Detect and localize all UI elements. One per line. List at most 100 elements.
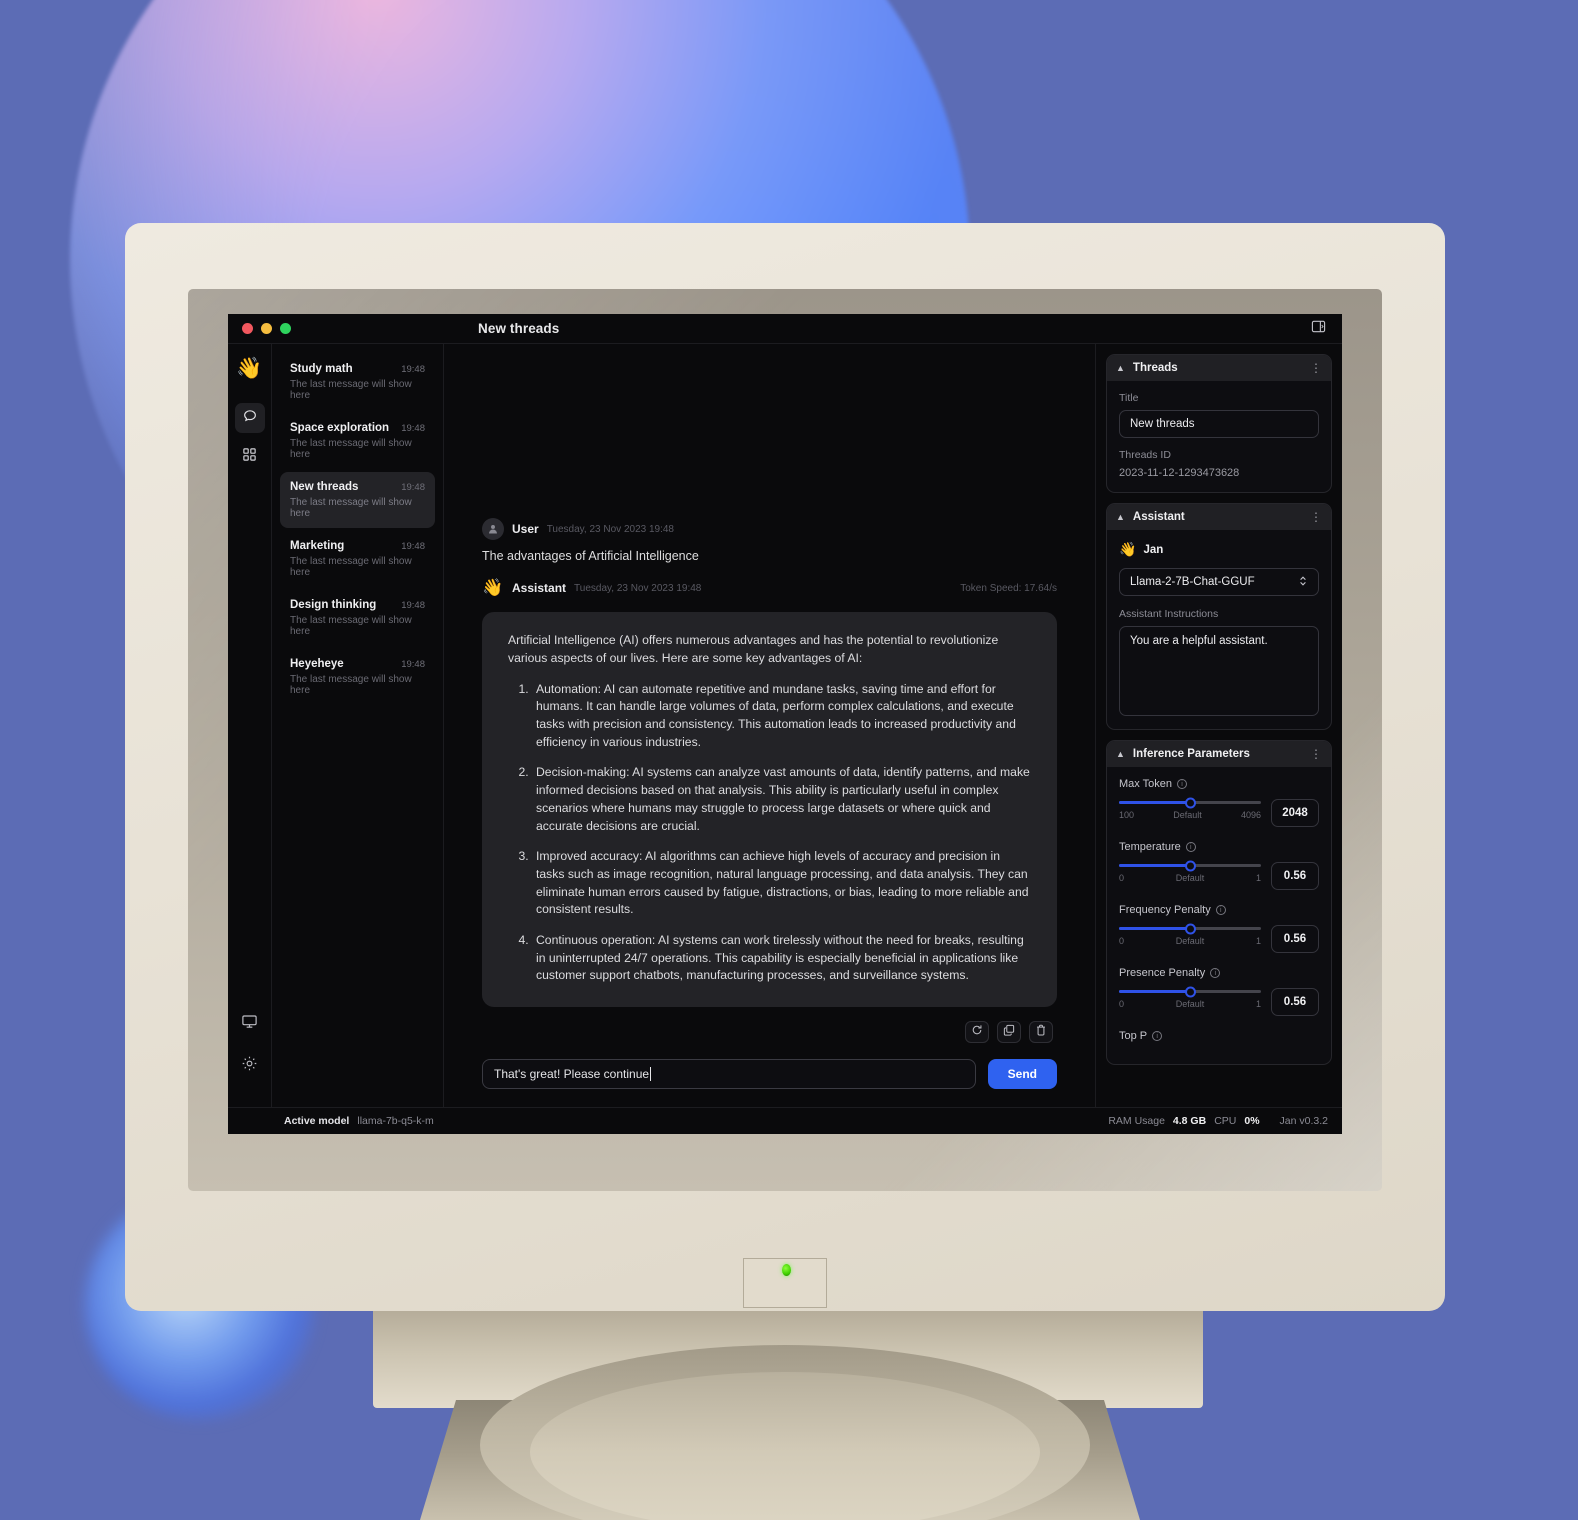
thread-row-top: Study math 19:48 [290,363,425,375]
send-button[interactable]: Send [987,1059,1057,1089]
slider-scale: 0 Default 1 [1119,873,1261,883]
assistant-instructions-input[interactable]: You are a helpful assistant. [1119,626,1319,716]
regenerate-button[interactable] [965,1021,989,1043]
assistant-intro-text: Artificial Intelligence (AI) offers nume… [508,633,999,665]
rail-item-chat[interactable] [234,403,265,433]
max-token-slider[interactable] [1119,797,1261,808]
slider-knob[interactable] [1184,923,1196,934]
cpu-value: 0% [1244,1115,1260,1127]
active-model-label: Active model [284,1115,350,1127]
presence-penalty-value[interactable]: 0.56 [1271,988,1319,1016]
param-control-row: 0 Default 1 0.56 [1119,986,1319,1016]
thread-list-item[interactable]: Space exploration 19:48 The last message… [280,413,435,469]
slider-default: Default [1175,999,1205,1009]
message-author: User [512,522,539,537]
assistant-point: Decision-making: AI systems can analyze … [532,764,1031,835]
thread-list-item[interactable]: Heyeheye 19:48 The last message will sho… [280,649,435,705]
max-token-value[interactable]: 2048 [1271,799,1319,827]
thread-list-item[interactable]: Design thinking 19:48 The last message w… [280,590,435,646]
temperature-value[interactable]: 0.56 [1271,862,1319,890]
threads-card-menu-icon[interactable]: ⋮ [1310,362,1322,374]
param-label: Top P [1119,1030,1148,1042]
slider-default: Default [1175,936,1205,946]
monitor-bezel: New threads 👋 Study math 19:48 The last … [188,289,1382,1191]
param-label-row: Temperature i [1119,841,1319,853]
chevron-up-icon[interactable]: ▲ [1116,512,1125,522]
message-input[interactable]: That's great! Please continue [482,1059,976,1089]
slider-max: 1 [1255,936,1261,946]
chevron-up-icon[interactable]: ▲ [1116,363,1125,373]
assistant-point: Automation: AI can automate repetitive a… [532,681,1031,752]
assistant-instructions-label: Assistant Instructions [1119,608,1219,620]
slider-knob[interactable] [1184,860,1196,871]
info-icon[interactable]: i [1210,968,1221,978]
threads-card-body: Title New threads Threads ID 2023-11-12-… [1107,381,1331,492]
slider-knob[interactable] [1184,986,1196,997]
thread-preview: The last message will show here [290,438,412,460]
param-label-row: Presence Penalty i [1119,967,1319,979]
model-select[interactable]: Llama-2-7B-Chat-GGUF [1119,568,1319,596]
thread-title: Marketing [290,540,345,552]
monitor-icon [241,1013,258,1035]
info-icon[interactable]: i [1215,905,1226,915]
title-bar-right [1096,314,1342,343]
info-icon[interactable]: i [1185,842,1196,852]
copy-icon [1003,1023,1015,1041]
slider-fill [1119,864,1190,867]
assistant-message-bubble: Artificial Intelligence (AI) offers nume… [482,612,1057,1007]
assistant-name: Jan [1143,543,1164,556]
thread-row-top: Space exploration 19:48 [290,422,425,434]
thread-list: Study math 19:48 The last message will s… [272,344,444,1107]
info-icon[interactable]: i [1152,1031,1163,1041]
message-header: User Tuesday, 23 Nov 2023 19:48 [482,518,1057,541]
app-body: 👋 Study math 19:48 The last message will… [228,344,1342,1107]
copy-button[interactable] [997,1021,1021,1043]
assistant-point: Continuous operation: AI systems can wor… [532,932,1031,985]
thread-list-item-selected[interactable]: New threads 19:48 The last message will … [280,472,435,528]
thread-list-item[interactable]: Marketing 19:48 The last message will sh… [280,531,435,587]
thread-title: Study math [290,363,353,375]
info-icon[interactable]: i [1177,779,1187,789]
param-control-row: 0 Default 1 0.56 [1119,923,1319,953]
user-message-text: The advantages of Artificial Intelligenc… [482,549,699,564]
message-assistant: 👋 Assistant Tuesday, 23 Nov 2023 19:48 T… [482,563,1057,1043]
rail-item-hub[interactable] [235,442,265,472]
slider-knob[interactable] [1184,797,1196,808]
assistant-card-menu-icon[interactable]: ⋮ [1310,511,1322,523]
delete-button[interactable] [1029,1021,1053,1043]
inference-card-menu-icon[interactable]: ⋮ [1310,748,1322,760]
monitor-shell: New threads 👋 Study math 19:48 The last … [125,223,1445,1311]
active-model-value: llama-7b-q5-k-m [357,1115,434,1127]
frequency-penalty-value[interactable]: 0.56 [1271,925,1319,953]
param-label: Presence Penalty [1119,967,1206,979]
inference-card-body: Max Token i 100 Default 4096 2048 Temper… [1107,767,1331,1064]
inference-card-header[interactable]: ▲ Inference Parameters ⋮ [1107,741,1331,767]
presence-penalty-slider[interactable] [1119,986,1261,997]
maximize-window-button[interactable] [280,323,291,334]
app-window: New threads 👋 Study math 19:48 The last … [228,314,1342,1134]
app-logo-icon: 👋 [236,357,263,380]
panel-right-icon[interactable] [1311,319,1326,339]
chevron-up-icon[interactable]: ▲ [1116,749,1125,759]
assistant-card-header[interactable]: ▲ Assistant ⋮ [1107,504,1331,530]
thread-preview: The last message will show here [290,379,412,401]
message-user: User Tuesday, 23 Nov 2023 19:48 The adva… [482,504,1057,563]
thread-title-input[interactable]: New threads [1119,410,1319,438]
regenerate-icon [971,1023,983,1041]
threads-id-value: 2023-11-12-1293473628 [1119,467,1240,479]
rail-item-system-monitor[interactable] [235,1009,265,1039]
threads-card-title: Threads [1132,362,1178,374]
power-led-icon [782,1264,791,1276]
minimize-window-button[interactable] [261,323,272,334]
thread-list-item[interactable]: Study math 19:48 The last message will s… [280,354,435,410]
thread-title: Heyeheye [290,658,344,670]
threads-card-header[interactable]: ▲ Threads ⋮ [1107,355,1331,381]
frequency-penalty-slider[interactable] [1119,923,1261,934]
thread-preview: The last message will show here [290,497,412,519]
close-window-button[interactable] [242,323,253,334]
param-label-row: Frequency Penalty i [1119,904,1319,916]
temperature-slider[interactable] [1119,860,1261,871]
assistant-emoji-icon: 👋 [1119,541,1137,557]
rail-item-settings[interactable] [235,1051,265,1081]
thread-title: Design thinking [290,599,377,611]
